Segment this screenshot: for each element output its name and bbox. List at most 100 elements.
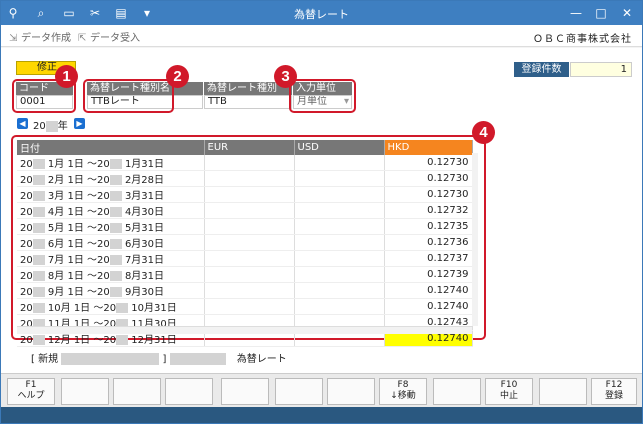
close-button[interactable]: ✕: [619, 5, 635, 21]
record-count-value: 1: [570, 62, 632, 77]
year-mask: [45, 120, 58, 132]
usd-cell[interactable]: [294, 155, 385, 171]
vertical-scrollbar[interactable]: [472, 153, 478, 326]
fkey-number: F8: [397, 380, 409, 390]
callout-badge-1: 1: [55, 65, 78, 88]
eur-cell[interactable]: [204, 266, 295, 283]
usd-cell[interactable]: [294, 298, 385, 315]
next-year-button[interactable]: ▶: [74, 118, 85, 129]
title-bar: ⚲ ⌕ ▭ ✂ ▤ ▾ 為替レート — □ ✕: [1, 1, 642, 25]
fkey-f10[interactable]: F10 中止: [485, 378, 533, 405]
fkey-label: 中止: [499, 391, 518, 401]
date-cell: 20 2月 1日 ～20 2月28日: [17, 170, 205, 187]
fkey-blank[interactable]: [327, 378, 375, 405]
col-hkd: HKD: [384, 140, 473, 155]
fkey-blank[interactable]: [539, 378, 587, 405]
main-panel: 修正 登録件数 1 コード 0001 為替レート種別名 TTBレート 為替レート…: [1, 48, 642, 373]
hkd-cell[interactable]: 0.12737: [384, 250, 473, 267]
table-row[interactable]: 20 4月 1日 ～20 4月30日 0.12732: [17, 202, 473, 219]
eur-cell[interactable]: [204, 282, 295, 299]
prev-year-button[interactable]: ◀: [17, 118, 28, 129]
status-new-prefix: [ 新規: [31, 354, 59, 365]
usd-cell[interactable]: [294, 218, 385, 235]
hkd-cell[interactable]: 0.12730: [384, 170, 473, 187]
usd-cell[interactable]: [294, 266, 385, 283]
eur-cell[interactable]: [204, 298, 295, 315]
fkey-blank[interactable]: [61, 378, 109, 405]
usd-cell[interactable]: [294, 186, 385, 203]
toolbar: ⇲ データ作成 ⇱ データ受入 ＯＢＣ商事株式会社: [1, 25, 642, 47]
hkd-cell[interactable]: 0.12740: [384, 298, 473, 315]
chevron-left-icon: ◀: [19, 119, 26, 128]
table-row[interactable]: 20 7月 1日 ～20 7月31日 0.12737: [17, 250, 473, 267]
table-row[interactable]: 20 6月 1日 ～20 6月30日 0.12736: [17, 234, 473, 251]
eur-cell[interactable]: [204, 186, 295, 203]
usd-cell[interactable]: [294, 282, 385, 299]
usd-cell[interactable]: [294, 234, 385, 251]
grid-header-row: 日付 EUR USD HKD: [17, 140, 473, 155]
import-data-button[interactable]: ⇱ データ受入: [78, 29, 140, 44]
callout-badge-3: 3: [274, 65, 297, 88]
fkey-blank[interactable]: [113, 378, 161, 405]
usd-cell[interactable]: [294, 202, 385, 219]
fkey-f12[interactable]: F12 登録: [591, 378, 637, 405]
col-usd: USD: [294, 140, 385, 155]
hkd-cell[interactable]: 0.12730: [384, 155, 473, 171]
hkd-cell[interactable]: 0.12736: [384, 234, 473, 251]
eur-cell[interactable]: [204, 218, 295, 235]
col-eur: EUR: [204, 140, 295, 155]
usd-cell[interactable]: [294, 250, 385, 267]
create-data-icon: ⇲: [9, 33, 18, 44]
horizontal-scrollbar[interactable]: [17, 326, 472, 334]
fkey-label: 登録: [604, 391, 623, 401]
create-data-button[interactable]: ⇲ データ作成: [9, 29, 71, 44]
hkd-cell[interactable]: 0.12732: [384, 202, 473, 219]
fkey-blank[interactable]: [221, 378, 269, 405]
status-close-bracket: ]: [162, 354, 167, 365]
hkd-cell[interactable]: 0.12730: [384, 186, 473, 203]
fkey-f1[interactable]: F1 ヘルプ: [7, 378, 55, 405]
table-row[interactable]: 20 5月 1日 ～20 5月31日 0.12735: [17, 218, 473, 235]
fkey-number: F10: [500, 380, 518, 390]
hkd-cell[interactable]: 0.12735: [384, 218, 473, 235]
table-row[interactable]: 20 1月 1日 ～20 1月31日 0.12730: [17, 155, 473, 171]
fkey-blank[interactable]: [275, 378, 323, 405]
hkd-cell[interactable]: 0.12740: [384, 282, 473, 299]
rate-grid: 日付 EUR USD HKD 20 1月 1日 ～20 1月31日 0.12730…: [17, 140, 473, 347]
minimize-button[interactable]: —: [568, 5, 584, 21]
callout-box-3: [289, 79, 356, 113]
eur-cell[interactable]: [204, 234, 295, 251]
rate-type-field[interactable]: TTB: [204, 95, 292, 109]
date-cell: 20 4月 1日 ～20 4月30日: [17, 202, 205, 219]
table-row[interactable]: 20 8月 1日 ～20 8月31日 0.12739: [17, 266, 473, 283]
table-row[interactable]: 20 10月 1日 ～20 10月31日 0.12740: [17, 298, 473, 315]
hkd-cell[interactable]: 0.12739: [384, 266, 473, 283]
window-title: 為替レート: [294, 8, 349, 21]
date-cell: 20 3月 1日 ～20 3月31日: [17, 186, 205, 203]
usd-cell[interactable]: [294, 170, 385, 187]
record-count-label: 登録件数: [514, 62, 569, 77]
date-cell: 20 10月 1日 ～20 10月31日: [17, 298, 205, 315]
date-cell: 20 1月 1日 ～20 1月31日: [17, 155, 205, 171]
table-row[interactable]: 20 3月 1日 ～20 3月31日 0.12730: [17, 186, 473, 203]
eur-cell[interactable]: [204, 170, 295, 187]
fkey-f8[interactable]: F8 ↓移動: [379, 378, 427, 405]
status-mask-2: [169, 353, 226, 365]
import-data-icon: ⇱: [78, 33, 87, 44]
maximize-button[interactable]: □: [593, 5, 609, 21]
callout-badge-4: 4: [472, 121, 495, 144]
fkey-number: F12: [605, 380, 623, 390]
fkey-blank[interactable]: [165, 378, 213, 405]
date-cell: 20 9月 1日 ～20 9月30日: [17, 282, 205, 299]
eur-cell[interactable]: [204, 155, 295, 171]
eur-cell[interactable]: [204, 250, 295, 267]
status-mask-1: [61, 353, 160, 365]
app-window: ⚲ ⌕ ▭ ✂ ▤ ▾ 為替レート — □ ✕ ⇲ データ作成 ⇱ データ受入 ＯＢ…: [0, 0, 643, 424]
table-row[interactable]: 20 2月 1日 ～20 2月28日 0.12730: [17, 170, 473, 187]
fkey-label: ヘルプ: [17, 391, 45, 401]
fkey-blank[interactable]: [433, 378, 481, 405]
table-row[interactable]: 20 9月 1日 ～20 9月30日 0.12740: [17, 282, 473, 299]
eur-cell[interactable]: [204, 202, 295, 219]
status-line: [ 新規 ] 為替レート: [31, 350, 287, 365]
chevron-right-icon: ▶: [76, 119, 83, 128]
